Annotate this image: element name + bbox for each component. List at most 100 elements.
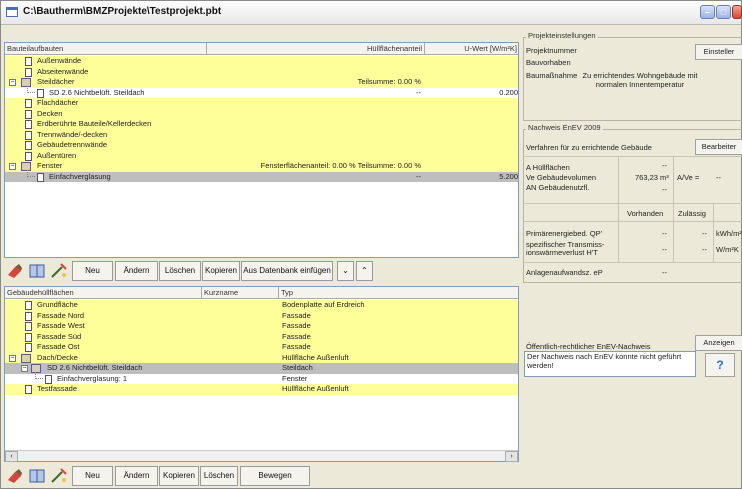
collapse-icon[interactable]: − — [21, 365, 28, 372]
document-icon — [25, 99, 32, 108]
title-bar[interactable]: C:\Bautherm\BMZProjekte\Testprojekt.pbt … — [1, 1, 742, 25]
new-button[interactable]: Neu — [72, 466, 113, 486]
ht-vorhanden: -- — [662, 245, 667, 254]
ht-zulaessig: -- — [702, 245, 707, 254]
tree-row-selected[interactable]: − SD 2.6 Nichtbelüft. Steildach Steildac… — [5, 363, 518, 374]
column-header-huellflaechenanteil[interactable]: Hüllflächenanteil — [207, 43, 425, 55]
tree-row[interactable]: Fassade Ost Fassade — [5, 342, 518, 353]
column-header-bauteile[interactable]: Bauteilaufbauten — [5, 43, 207, 55]
window-icon — [6, 7, 18, 17]
tools-icon[interactable] — [5, 261, 25, 281]
tree-row-selected[interactable]: Einfachverglasung -- 5.200 — [5, 169, 518, 182]
tree-row[interactable]: Trennwände/-decken — [5, 129, 518, 140]
delete-button[interactable]: Löschen — [200, 466, 238, 486]
show-proof-button[interactable]: Anzeigen — [695, 335, 742, 351]
catalog-book-icon[interactable] — [27, 466, 47, 486]
copy-button[interactable]: Kopieren — [202, 261, 240, 281]
enev-panel: Nachweis EnEV 2009 Verfahren für zu erri… — [523, 123, 742, 283]
new-button[interactable]: Neu — [72, 261, 113, 281]
settings-button[interactable]: Einsteller — [695, 44, 742, 60]
close-button[interactable] — [732, 5, 742, 19]
minimize-button[interactable]: – — [700, 5, 715, 19]
huellflaechen-grid-header: Gebäudehüllflächen Kurzname Typ — [5, 287, 518, 299]
qp-vorhanden: -- — [662, 229, 667, 238]
tree-row[interactable]: Decken — [5, 108, 518, 119]
move-button[interactable]: Bewegen — [240, 466, 310, 486]
baumassnahme-label: Baumaßnahme — [526, 71, 578, 80]
ave-label: A/Ve = — [677, 173, 700, 182]
tree-line — [27, 85, 35, 93]
document-icon — [25, 151, 32, 161]
move-up-button[interactable]: ⌃ — [356, 261, 373, 281]
ve-label: Ve Gebäudevolumen — [526, 173, 597, 182]
ep-value: -- — [662, 268, 667, 277]
tree-row[interactable]: − Fenster Fensterflächenanteil: 0.00 % T… — [5, 161, 518, 172]
tree-row[interactable]: Fassade Nord Fassade — [5, 310, 518, 321]
tree-row[interactable]: Grundfläche Bodenplatte auf Erdreich — [5, 300, 518, 311]
chevron-down-icon: ⌄ — [342, 266, 349, 275]
ave-value: -- — [716, 173, 721, 182]
horizontal-scrollbar[interactable]: ‹ › — [5, 450, 518, 462]
tree-row[interactable]: Erdberührte Bauteile/Kellerdecken — [5, 119, 518, 130]
delete-button[interactable]: Löschen — [159, 261, 201, 281]
document-icon — [25, 311, 32, 321]
tree-row[interactable]: Außenwände — [5, 56, 518, 67]
edit-enev-button[interactable]: Bearbeiter — [695, 139, 742, 155]
tree-row[interactable]: Einfachverglasung: 1 Fenster — [5, 371, 518, 385]
tree-row[interactable]: Gebäudetrennwände — [5, 140, 518, 151]
collapse-icon[interactable]: − — [9, 79, 16, 86]
maximize-button[interactable]: □ — [716, 5, 731, 19]
document-icon — [25, 120, 32, 129]
tree-row[interactable]: Außentüren — [5, 150, 518, 161]
tree-row[interactable]: Abseitenwände — [5, 66, 518, 77]
column-header-uwert[interactable]: U-Wert [W/m²K] — [425, 43, 519, 55]
document-icon — [25, 322, 32, 331]
move-down-button[interactable]: ⌄ — [337, 261, 354, 281]
edit-button[interactable]: Ändern — [115, 466, 158, 486]
huellflaechen-grid[interactable]: Gebäudehüllflächen Kurzname Typ Grundflä… — [4, 286, 519, 462]
document-icon — [25, 57, 32, 66]
proof-message-box: Der Nachweis nach EnEV konnte nicht gefü… — [524, 351, 696, 377]
document-icon — [25, 109, 32, 119]
insert-from-database-button[interactable]: Aus Datenbank einfügen — [241, 261, 333, 281]
application-window: C:\Bautherm\BMZProjekte\Testprojekt.pbt … — [0, 0, 742, 489]
wizard-icon[interactable] — [49, 261, 69, 281]
projektnummer-label: Projektnummer — [526, 46, 577, 55]
scroll-right-icon[interactable]: › — [505, 451, 518, 462]
column-header-huellflaechen[interactable]: Gebäudehüllflächen — [5, 287, 202, 299]
tree-row[interactable]: − Dach/Decke Hüllfläche Außenluft — [5, 352, 518, 363]
collapse-icon[interactable]: − — [9, 163, 16, 170]
scroll-left-icon[interactable]: ‹ — [5, 451, 18, 462]
document-icon — [25, 343, 32, 352]
collapse-icon[interactable]: − — [9, 354, 16, 362]
catalog-book-icon[interactable] — [27, 261, 47, 281]
copy-button[interactable]: Kopieren — [159, 466, 199, 486]
tree-row[interactable]: Fassade West Fassade — [5, 321, 518, 332]
column-header-typ[interactable]: Typ — [279, 287, 519, 299]
enev-title: Nachweis EnEV 2009 — [526, 123, 603, 132]
tree-row[interactable]: Testfassade Hüllfläche Außenluft — [5, 384, 518, 395]
tools-icon[interactable] — [5, 466, 25, 486]
document-icon — [25, 385, 32, 394]
column-vorhanden: Vorhanden — [627, 209, 664, 218]
qp-zulaessig: -- — [702, 229, 707, 238]
document-icon — [25, 332, 32, 342]
document-icon — [25, 67, 32, 77]
wizard-icon[interactable] — [49, 466, 69, 486]
an-value: -- — [662, 185, 667, 194]
column-header-kurzname[interactable]: Kurzname — [202, 287, 279, 299]
divider — [523, 156, 742, 157]
edit-button[interactable]: Ändern — [115, 261, 158, 281]
huellflaechen-toolbar: Neu Ändern Kopieren Löschen Bewegen — [4, 465, 519, 487]
public-proof-panel: Öffentlich-rechtlicher EnEV-Nachweis Anz… — [523, 331, 742, 381]
tree-row[interactable]: SD 2.6 Nichtbelüft. Steildach -- 0.200 — [5, 85, 518, 99]
folder-book-icon — [21, 353, 31, 363]
help-question-icon[interactable]: ? — [705, 353, 735, 377]
project-settings-title: Projekteinstellungen — [526, 31, 598, 40]
tree-row[interactable]: Fassade Süd Fassade — [5, 331, 518, 342]
bauteile-grid[interactable]: Bauteilaufbauten Hüllflächenanteil U-Wer… — [4, 42, 519, 258]
an-label: AN Gebäudenutzfl. — [526, 183, 590, 192]
tree-row[interactable]: − Steildächer Teilsumme: 0.00 % — [5, 77, 518, 88]
tree-row[interactable]: Flachdächer — [5, 98, 518, 109]
document-icon — [25, 130, 32, 140]
